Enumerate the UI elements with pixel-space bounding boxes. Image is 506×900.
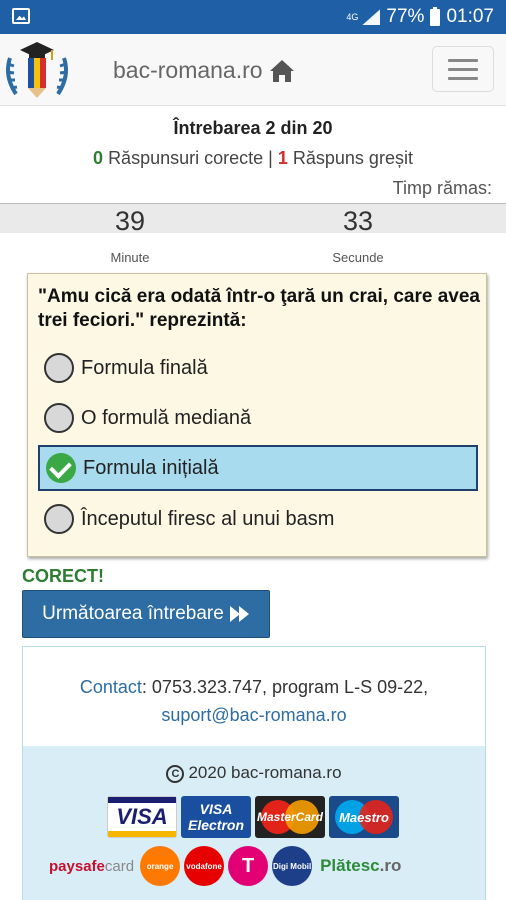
answer-label: Formula finală xyxy=(81,356,208,379)
visa-electron-logo: VISA Electron xyxy=(181,796,251,838)
answer-label: O formulă mediană xyxy=(81,406,252,429)
digi-mobil-logo: Digi Mobil xyxy=(272,846,313,886)
correct-count: 0 xyxy=(93,148,104,168)
paysafecard-logo: paysafecard xyxy=(49,857,135,875)
brand-link[interactable]: bac-romana.ro xyxy=(113,57,295,84)
payment-cards: VISA VISA Electron MasterCard Maestro xyxy=(107,796,399,838)
copyright-text: 2020 bac-romana.ro xyxy=(188,763,342,782)
answer-label: Începutul firesc al unui basm xyxy=(81,507,335,530)
battery-icon xyxy=(430,6,441,26)
next-button-label: Următoarea întrebare xyxy=(42,603,224,624)
email-link[interactable]: suport@bac-romana.ro xyxy=(161,705,346,725)
wrong-label: Răspuns greșit xyxy=(292,148,413,168)
footer: Contact: 0753.323.747, program L-S 09-22… xyxy=(22,646,486,900)
contact-info: Contact: 0753.323.747, program L-S 09-22… xyxy=(23,673,485,729)
menu-toggle-button[interactable] xyxy=(432,46,494,92)
site-logo-icon[interactable] xyxy=(2,38,72,100)
check-circle-icon xyxy=(46,453,76,483)
network-type: 4G xyxy=(346,11,359,22)
timer-seconds: 33 Secunde xyxy=(288,206,428,265)
home-icon xyxy=(269,59,294,82)
question-text: "Amu cică era odată într-o ţară un crai,… xyxy=(38,286,480,331)
contact-text: : 0753.323.747, program L-S 09-22, xyxy=(141,677,429,697)
answer-label: Formula inițială xyxy=(83,456,219,479)
wrong-count: 1 xyxy=(277,148,288,168)
signal-icon xyxy=(362,9,381,25)
platesc-logo: Plătesc.ro xyxy=(320,856,402,875)
score-line: 0 Răspunsuri corecte | 1 Răspuns greșit xyxy=(0,148,506,169)
answer-option[interactable]: Începutul firesc al unui basm xyxy=(38,496,478,542)
contact-link[interactable]: Contact xyxy=(80,677,142,697)
brand-text: bac-romana.ro xyxy=(113,57,263,83)
radio-icon xyxy=(44,403,74,433)
quiz-header: Întrebarea 2 din 20 0 Răspunsuri corecte… xyxy=(0,118,506,169)
vodafone-logo: vodafone xyxy=(184,846,225,886)
maestro-logo: Maestro xyxy=(329,796,399,838)
seconds-value: 33 xyxy=(342,206,374,236)
status-indicators: 4G 77% 01:07 xyxy=(346,0,494,34)
score-separator: | xyxy=(268,148,273,168)
answer-option-selected[interactable]: Formula inițială xyxy=(38,445,478,491)
next-question-button[interactable]: Următoarea întrebare xyxy=(22,590,270,638)
minutes-label: Minute xyxy=(110,250,150,265)
copyright: C 2020 bac-romana.ro xyxy=(23,763,485,783)
visa-logo: VISA xyxy=(107,796,177,838)
minutes-value: 39 xyxy=(114,206,146,236)
fast-forward-icon xyxy=(229,606,250,622)
menu-bar-icon xyxy=(448,58,478,62)
question-counter: Întrebarea 2 din 20 xyxy=(173,118,333,138)
telekom-logo: T xyxy=(228,846,269,886)
payment-methods: paysafecard orange vodafone T Digi Mobil… xyxy=(49,846,401,886)
timer-minutes: 39 Minute xyxy=(60,206,200,265)
menu-bar-icon xyxy=(448,76,478,80)
correct-label: Răspunsuri corecte xyxy=(108,148,264,168)
orange-logo: orange xyxy=(140,846,181,886)
navbar: bac-romana.ro xyxy=(0,34,506,106)
answer-option[interactable]: Formula finală xyxy=(38,345,478,391)
question-card: "Amu cică era odată într-o ţară un crai,… xyxy=(27,273,487,557)
seconds-label: Secunde xyxy=(332,250,384,265)
gallery-icon xyxy=(12,8,30,24)
status-bar: 4G 77% 01:07 xyxy=(0,0,506,34)
time-left-label: Timp rămas: xyxy=(392,178,492,198)
mastercard-logo: MasterCard xyxy=(255,796,325,838)
menu-bar-icon xyxy=(448,67,478,71)
copyright-icon: C xyxy=(166,765,185,783)
battery-percent: 77% xyxy=(386,6,425,27)
radio-icon xyxy=(44,504,74,534)
radio-icon xyxy=(44,353,74,383)
result-message: CORECT! xyxy=(22,566,104,586)
clock: 01:07 xyxy=(446,6,494,27)
footer-bottom: C 2020 bac-romana.ro VISA VISA Electron Ma… xyxy=(23,746,485,900)
answer-option[interactable]: O formulă mediană xyxy=(38,395,478,441)
